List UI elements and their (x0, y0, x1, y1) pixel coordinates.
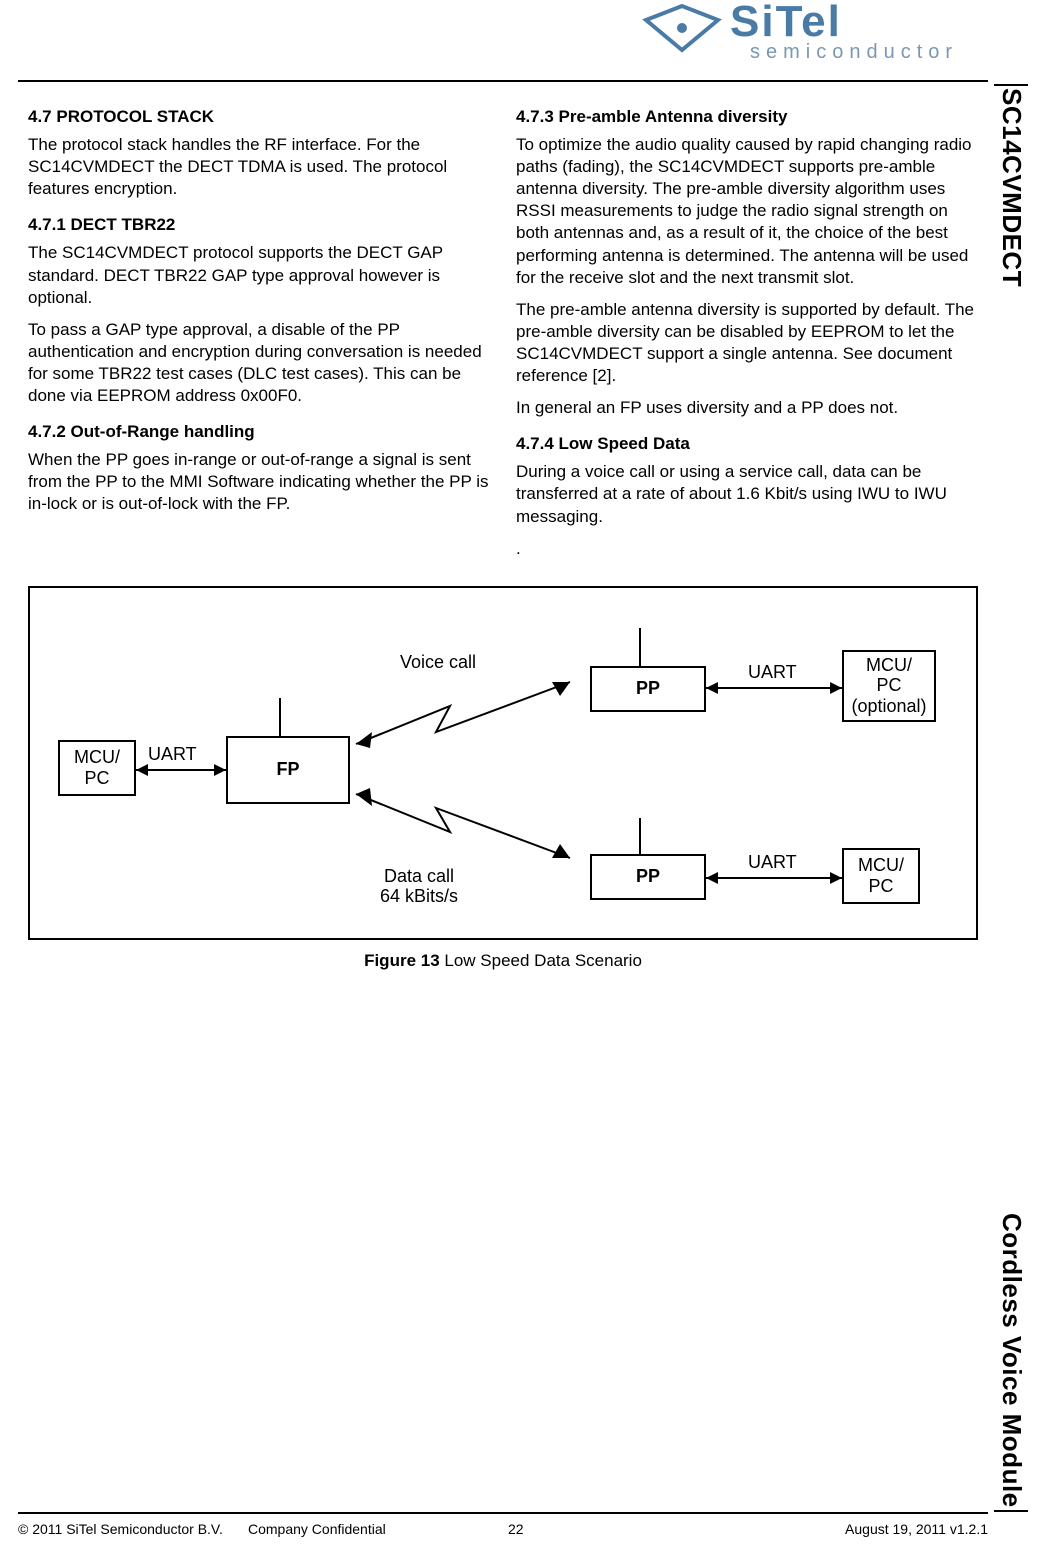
footer-copyright: © 2011 SiTel Semiconductor B.V. (18, 1520, 248, 1538)
box-pp-top: PP (590, 666, 706, 712)
para-4-7-3a: To optimize the audio quality caused by … (516, 134, 978, 289)
figure-caption-bold: Figure 13 (364, 951, 440, 970)
figure-caption: Figure 13 Low Speed Data Scenario (18, 950, 988, 972)
heading-4-7-2: 4.7.2 Out-of-Range handling (28, 421, 490, 443)
label-voice-call: Voice call (400, 652, 476, 673)
box-pp-bottom: PP (590, 854, 706, 900)
logo-subtext: semiconductor (750, 41, 958, 63)
content-frame: 4.7 PROTOCOL STACK The protocol stack ha… (18, 80, 988, 972)
box-mcu-pc-left: MCU/ PC (58, 740, 136, 796)
side-label-part-number: SC14CVMDECT (994, 84, 1028, 287)
logo-text: SiTel (730, 2, 842, 46)
sitel-logo: SiTel semiconductor (638, 2, 1018, 68)
heading-4-7-1: 4.7.1 DECT TBR22 (28, 214, 490, 236)
para-4-7-1b: To pass a GAP type approval, a disable o… (28, 319, 490, 407)
label-uart-bottom: UART (748, 852, 797, 873)
right-column: 4.7.3 Pre-amble Antenna diversity To opt… (516, 94, 978, 570)
label-uart-top: UART (748, 662, 797, 683)
page-header: SiTel semiconductor (18, 0, 1018, 80)
para-4-7-4: During a voice call or using a service c… (516, 461, 978, 527)
footer-date: August 19, 2011 v1.2.1 (788, 1520, 988, 1538)
footer-confidential: Company Confidential (248, 1520, 448, 1538)
label-uart-left: UART (148, 744, 197, 765)
para-4-7-3c: In general an FP uses diversity and a PP… (516, 397, 978, 419)
figure-13: MCU/ PC FP PP PP MCU/ PC (optional) MCU/… (28, 586, 978, 940)
para-4-7-3b: The pre-amble antenna diversity is suppo… (516, 299, 978, 387)
figure-caption-text: Low Speed Data Scenario (440, 951, 642, 970)
para-dot: . (516, 538, 978, 560)
label-data-call: Data call 64 kBits/s (380, 866, 458, 907)
para-4-7-1a: The SC14CVMDECT protocol supports the DE… (28, 242, 490, 308)
box-mcu-pc-opt: MCU/ PC (optional) (842, 650, 936, 722)
heading-4-7-4: 4.7.4 Low Speed Data (516, 433, 978, 455)
page-footer: © 2011 SiTel Semiconductor B.V. Company … (18, 1512, 988, 1538)
footer-page-number: 22 (448, 1520, 788, 1538)
box-fp: FP (226, 736, 350, 804)
left-column: 4.7 PROTOCOL STACK The protocol stack ha… (28, 94, 490, 570)
box-mcu-pc-right: MCU/ PC (842, 848, 920, 904)
para-4-7-2: When the PP goes in-range or out-of-rang… (28, 449, 490, 515)
para-4-7: The protocol stack handles the RF interf… (28, 134, 490, 200)
side-label-module: Cordless Voice Module (994, 1213, 1028, 1512)
heading-4-7: 4.7 PROTOCOL STACK (28, 106, 490, 128)
heading-4-7-3: 4.7.3 Pre-amble Antenna diversity (516, 106, 978, 128)
